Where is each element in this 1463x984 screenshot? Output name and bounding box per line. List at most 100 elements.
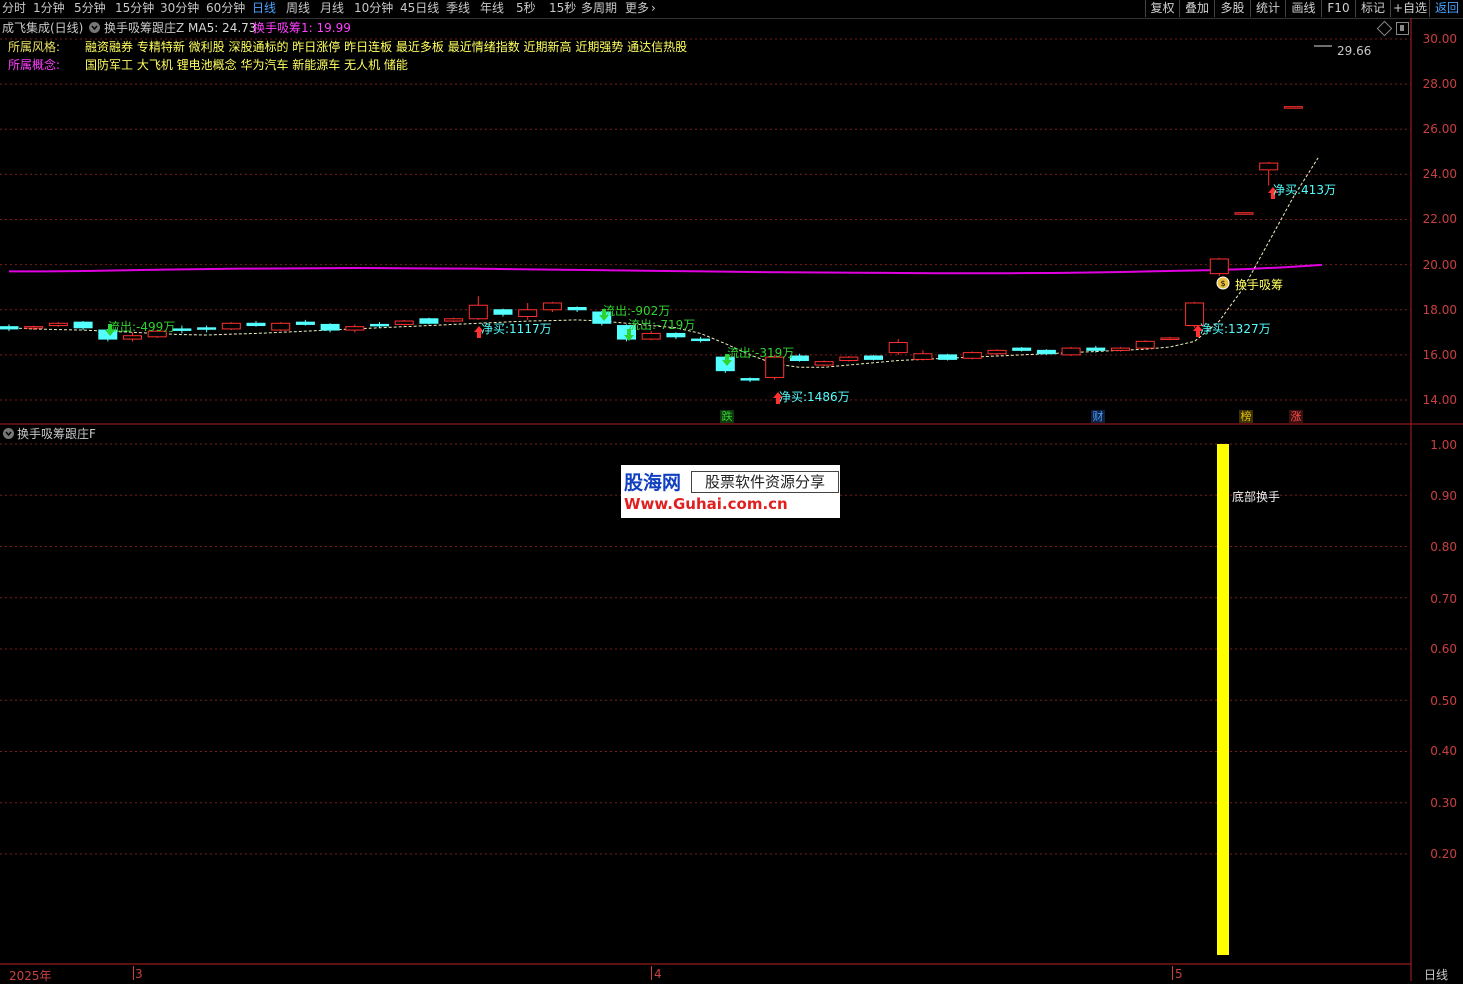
multi-stock-button[interactable]: 多股 <box>1214 0 1250 17</box>
candle-body <box>0 326 19 330</box>
net-buy-label: 净买:1117万 <box>481 322 552 336</box>
sub-indicator-name[interactable]: 换手吸筹跟庄F <box>17 425 96 442</box>
month-label: 4 <box>654 967 662 981</box>
period-tab-multi[interactable]: 多周期 <box>581 0 617 18</box>
event-mark-fall[interactable]: 跌 <box>720 410 734 423</box>
candle-body <box>641 332 661 340</box>
event-mark-finance[interactable]: 财 <box>1091 410 1105 423</box>
net-buy-label: 净买:1486万 <box>779 390 850 404</box>
period-tab-quarter[interactable]: 季线 <box>446 0 470 18</box>
candle-body <box>962 352 982 359</box>
logo-brand: 股海网 <box>624 472 682 494</box>
outflow-label: 流出:-719万 <box>628 318 696 332</box>
candle-body <box>468 304 488 320</box>
candle-body <box>221 322 241 330</box>
guhai-logo: 股海网 股票软件资源分享 Www.Guhai.com.cn <box>621 465 840 518</box>
price-tick: 28.00 <box>1422 77 1457 91</box>
candle-body <box>394 320 414 325</box>
net-buy-label: 净买:413万 <box>1273 183 1336 197</box>
candle-body <box>666 332 686 338</box>
month-tick <box>133 966 134 980</box>
ma5-line <box>8 157 1319 368</box>
candle-body <box>888 341 908 354</box>
period-tab-15sec[interactable]: 15秒 <box>549 0 576 18</box>
month-label: 3 <box>135 967 143 981</box>
logo-url: Www.Guhai.com.cn <box>624 495 788 513</box>
period-tab-fenshi[interactable]: 分时 <box>2 0 26 18</box>
fuquan-button[interactable]: 复权 <box>1145 0 1179 17</box>
sub-tick: 0.20 <box>1430 847 1457 861</box>
period-tab-15min[interactable]: 15分钟 <box>115 0 154 18</box>
price-tick: 18.00 <box>1422 303 1457 317</box>
candle-body <box>48 322 68 327</box>
more-label: 更多 <box>625 1 650 15</box>
candle-body <box>518 309 538 318</box>
period-tab-10min[interactable]: 10分钟 <box>354 0 393 18</box>
stats-button[interactable]: 统计 <box>1250 0 1285 17</box>
price-tick: 30.00 <box>1422 32 1457 46</box>
period-tab-60min[interactable]: 60分钟 <box>206 0 245 18</box>
period-tab-year[interactable]: 年线 <box>480 0 504 18</box>
add-watchlist-button[interactable]: +自选 <box>1390 0 1429 17</box>
period-tab-daily[interactable]: 日线 <box>252 0 276 18</box>
candle-body <box>1160 337 1180 340</box>
period-tab-30min[interactable]: 30分钟 <box>160 0 199 18</box>
candle-body <box>1012 347 1032 351</box>
draw-line-button[interactable]: 画线 <box>1285 0 1321 17</box>
sub-tick: 0.90 <box>1430 489 1457 503</box>
sub-tick: 0.40 <box>1430 744 1457 758</box>
sub-collapse-icon[interactable] <box>3 428 14 439</box>
period-tab-1min[interactable]: 1分钟 <box>33 0 65 18</box>
mark-button[interactable]: 标记 <box>1355 0 1390 17</box>
period-tab-more[interactable]: 更多 › <box>625 0 656 18</box>
svg-text:$: $ <box>1220 279 1225 288</box>
year-label: 2025年 <box>9 969 52 983</box>
candle-body <box>1283 106 1303 109</box>
back-button[interactable]: 返回 <box>1429 0 1463 17</box>
month-label: 5 <box>1175 967 1183 981</box>
period-tab-monthly[interactable]: 月线 <box>320 0 344 18</box>
candle-body <box>864 355 883 360</box>
candle-body <box>345 326 365 331</box>
sub-tick: 0.60 <box>1430 642 1457 656</box>
candlestick-series <box>0 106 1303 382</box>
sub-tick: 0.80 <box>1430 540 1457 554</box>
candle-body <box>24 326 44 329</box>
period-tab-5sec[interactable]: 5秒 <box>516 0 536 18</box>
xichou-signal-label: 换手吸筹 <box>1235 278 1284 292</box>
candle-body <box>691 338 711 342</box>
candle-body <box>172 328 192 331</box>
main-grid <box>0 38 1411 401</box>
sub-tick: 1.00 <box>1430 438 1457 452</box>
price-tick: 20.00 <box>1422 258 1457 272</box>
candle-body <box>295 321 315 325</box>
sub-tick: 0.50 <box>1430 694 1457 708</box>
price-tick: 14.00 <box>1422 393 1457 407</box>
candle-body <box>938 354 958 360</box>
candle-body <box>73 321 93 329</box>
period-tab-5min[interactable]: 5分钟 <box>74 0 106 18</box>
candle-body <box>271 322 291 331</box>
candle-body <box>1259 162 1279 171</box>
event-mark-rise[interactable]: 涨 <box>1289 410 1303 423</box>
outflow-label: 流出:-499万 <box>108 320 176 334</box>
chevron-right-icon: › <box>651 1 656 15</box>
candle-body <box>493 309 513 315</box>
candle-body <box>1036 349 1056 355</box>
net-buy-label: 净买:1327万 <box>1200 322 1271 336</box>
candle-body <box>320 323 340 331</box>
overlay-button[interactable]: 叠加 <box>1179 0 1214 17</box>
event-mark-list[interactable]: 榜 <box>1239 410 1253 423</box>
candle-body <box>814 361 834 366</box>
price-tick: 24.00 <box>1422 167 1457 181</box>
price-tick: 22.00 <box>1422 212 1457 226</box>
period-tab-weekly[interactable]: 周线 <box>286 0 310 18</box>
bottom-turnover-label: 底部换手 <box>1232 490 1281 504</box>
month-tick <box>1172 966 1173 980</box>
candle-body <box>123 335 142 340</box>
ma5-polyline <box>8 157 1319 368</box>
period-indicator[interactable]: 日线 <box>1424 966 1448 983</box>
candle-body <box>839 356 859 362</box>
period-tab-45day[interactable]: 45日线 <box>400 0 439 18</box>
f10-button[interactable]: F10 <box>1321 0 1355 17</box>
